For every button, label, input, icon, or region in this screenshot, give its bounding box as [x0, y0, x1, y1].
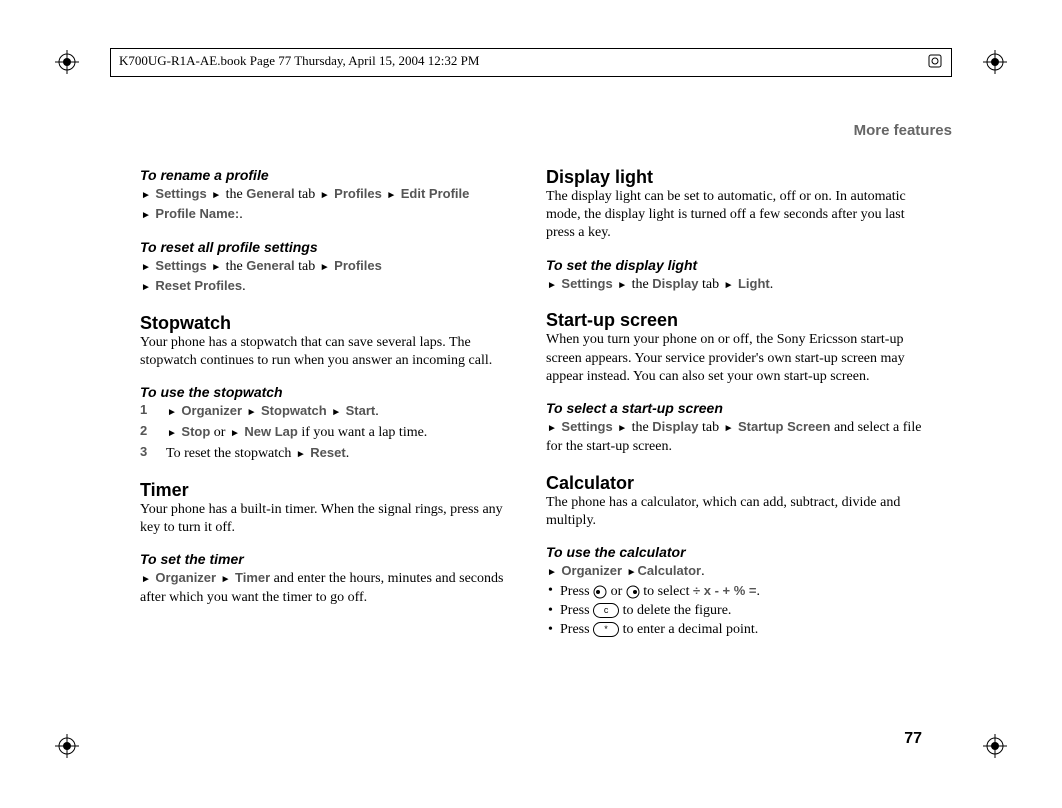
right-column: Display light The display light can be s…: [546, 167, 922, 640]
rename-profile-path: ► Settings ► the General tab ► Profiles …: [140, 185, 516, 225]
stopwatch-step-1: 1 ► Organizer ► Stopwatch ► Start.: [140, 402, 516, 422]
calculator-bullet-3: Press * to enter a decimal point.: [546, 621, 922, 640]
reset-profile-path: ► Settings ► the General tab ► Profiles …: [140, 257, 516, 297]
calculator-heading: Calculator: [546, 473, 922, 494]
timer-body: Your phone has a built-in timer. When th…: [140, 501, 516, 537]
page-number: 77: [904, 730, 922, 748]
stopwatch-step-3: 3 To reset the stopwatch ► Reset.: [140, 444, 516, 464]
timer-heading: Timer: [140, 480, 516, 501]
stopwatch-step-2: 2 ► Stop or ► New Lap if you want a lap …: [140, 423, 516, 443]
left-column: To rename a profile ► Settings ► the Gen…: [140, 167, 516, 640]
stopwatch-body: Your phone has a stopwatch that can save…: [140, 334, 516, 370]
use-calculator-path: ► Organizer ►Calculator.: [546, 562, 922, 582]
registration-mark-icon: [55, 50, 79, 74]
registration-mark-icon: [983, 734, 1007, 758]
use-stopwatch-title: To use the stopwatch: [140, 384, 516, 400]
banner-text: K700UG-R1A-AE.book Page 77 Thursday, Apr…: [119, 53, 479, 69]
page-header-banner: K700UG-R1A-AE.book Page 77 Thursday, Apr…: [110, 48, 952, 77]
registration-mark-icon: [983, 50, 1007, 74]
set-display-light-path: ► Settings ► the Display tab ► Light.: [546, 275, 922, 295]
star-key-icon: *: [593, 622, 619, 637]
calculator-bullet-1: Press or to select ÷ x - + % =.: [546, 582, 922, 602]
startup-body: When you turn your phone on or off, the …: [546, 331, 922, 386]
calculator-bullet-2: Press c to delete the figure.: [546, 602, 922, 621]
display-light-body: The display light can be set to automati…: [546, 188, 922, 243]
reset-profile-title: To reset all profile settings: [140, 239, 516, 255]
select-startup-title: To select a start-up screen: [546, 400, 922, 416]
startup-heading: Start-up screen: [546, 310, 922, 331]
c-key-icon: c: [593, 603, 619, 618]
stopwatch-heading: Stopwatch: [140, 313, 516, 334]
nav-right-icon: [626, 585, 640, 599]
nav-left-icon: [593, 585, 607, 599]
set-timer-path: ► Organizer ► Timer and enter the hours,…: [140, 569, 516, 608]
use-calculator-title: To use the calculator: [546, 544, 922, 560]
section-header: More features: [110, 122, 952, 139]
select-startup-path: ► Settings ► the Display tab ► Startup S…: [546, 418, 922, 457]
display-light-heading: Display light: [546, 167, 922, 188]
set-timer-title: To set the timer: [140, 551, 516, 567]
set-display-light-title: To set the display light: [546, 257, 922, 273]
calculator-body: The phone has a calculator, which can ad…: [546, 494, 922, 530]
rename-profile-title: To rename a profile: [140, 167, 516, 183]
registration-mark-icon: [55, 734, 79, 758]
banner-icon: [927, 53, 943, 72]
